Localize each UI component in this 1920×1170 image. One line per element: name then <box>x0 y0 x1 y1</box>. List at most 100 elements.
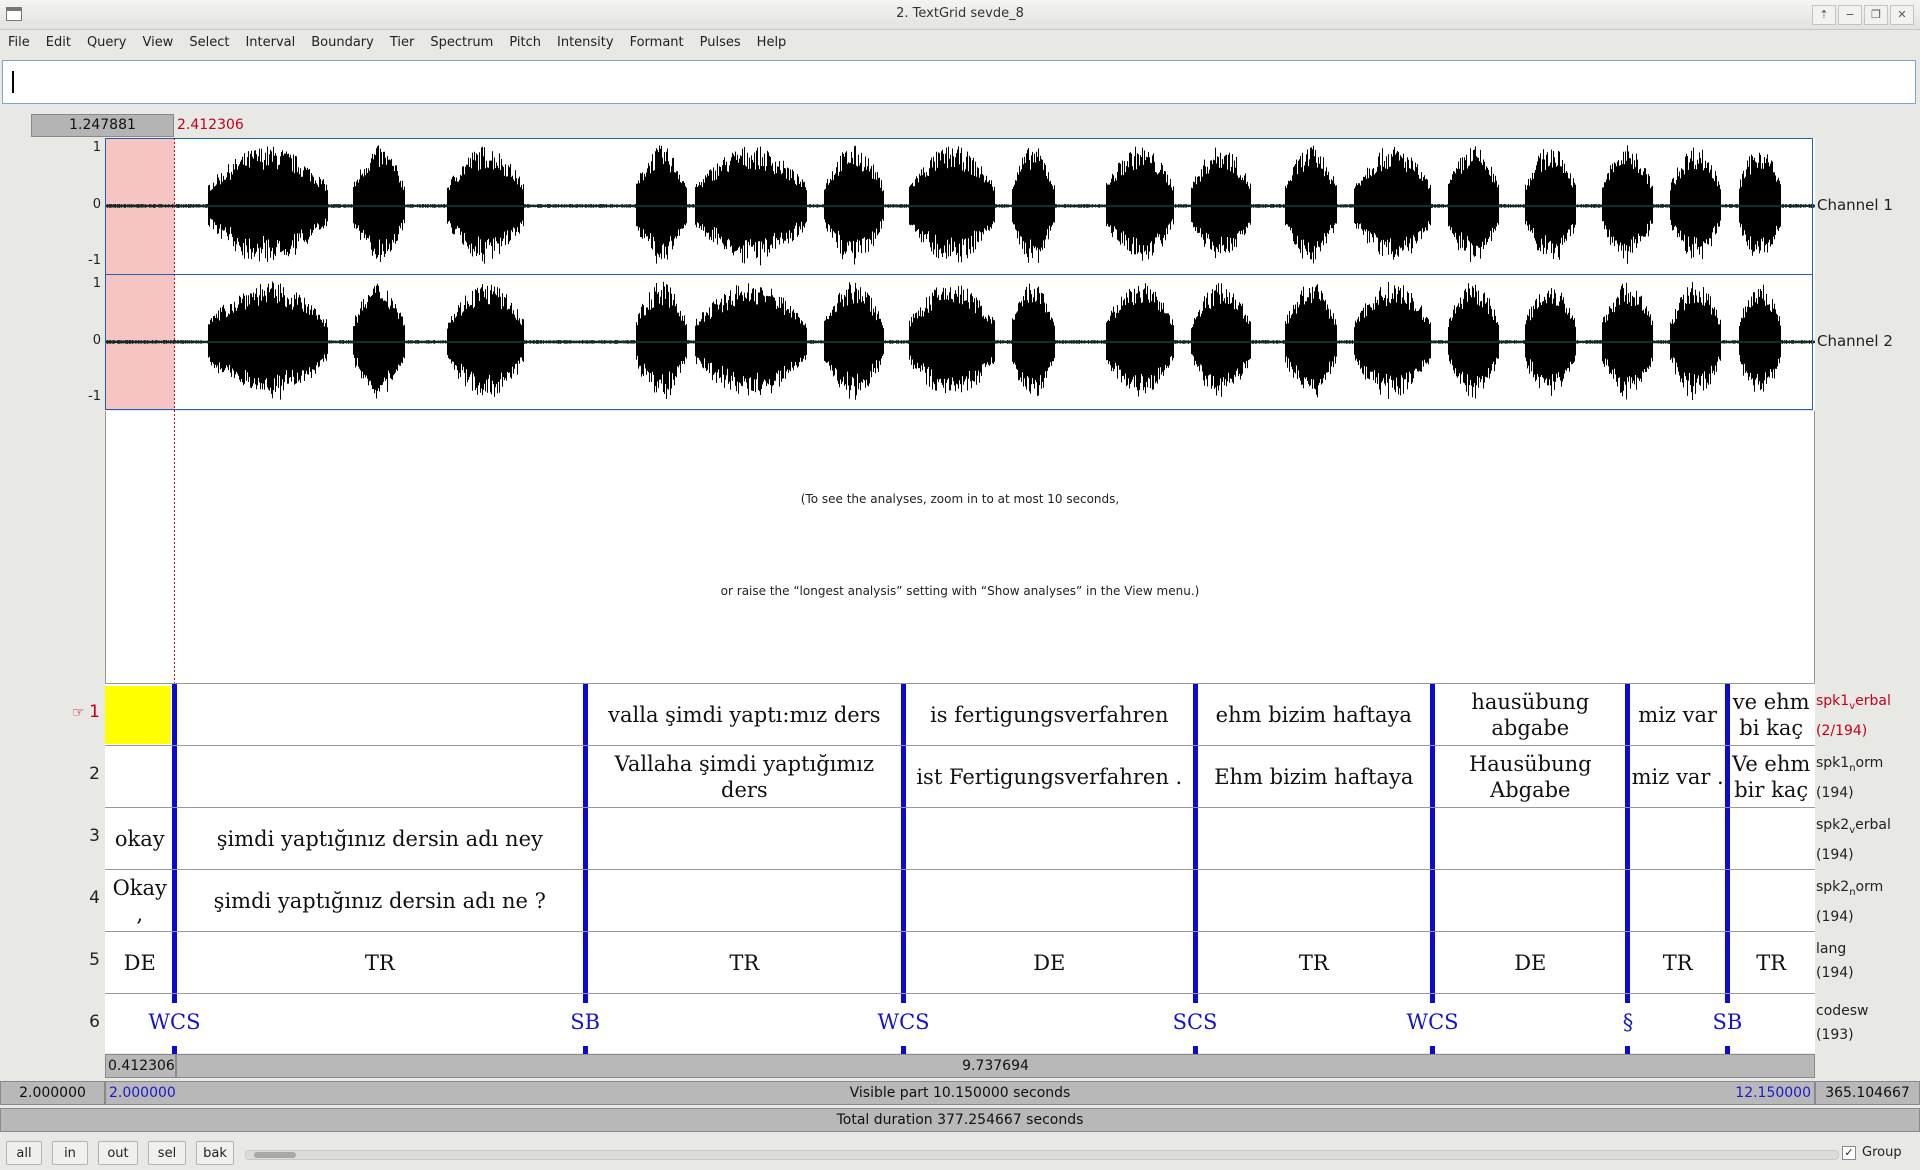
tier-row-5[interactable]: DE TR TR DE TR DE TR TR <box>105 931 1815 994</box>
tier-name-5[interactable]: lang (194) <box>1816 937 1854 985</box>
menu-boundary[interactable]: Boundary <box>303 30 382 56</box>
interval-text-field[interactable] <box>2 60 1916 104</box>
interval-cell[interactable]: TR <box>1631 934 1724 992</box>
tier-name-6[interactable]: codesw (193) <box>1816 999 1869 1047</box>
tier-number-2[interactable]: 2 <box>60 764 100 784</box>
interval-cell[interactable] <box>1730 810 1812 868</box>
interval-boundary[interactable] <box>582 684 588 746</box>
right-part-duration[interactable]: 9.737694 <box>176 1054 1815 1078</box>
textgrid-tiers[interactable]: valla şimdi yaptı:mız ders is fertigungsv… <box>105 683 1815 1056</box>
interval-cell[interactable] <box>177 686 582 744</box>
interval-boundary[interactable] <box>1430 684 1436 746</box>
point-label[interactable]: WCS <box>1373 1010 1493 1034</box>
time-scrollbar[interactable] <box>245 1150 1839 1160</box>
left-part-duration[interactable]: 0.412306 <box>105 1054 176 1078</box>
interval-cell[interactable]: ve ehm bi kaç <box>1730 686 1812 744</box>
interval-cell[interactable]: valla şimdi yaptı:mız ders <box>588 686 900 744</box>
tier-number-4[interactable]: 4 <box>60 888 100 908</box>
scrollbar-thumb[interactable] <box>254 1152 296 1158</box>
window-start-time[interactable]: 2.000000 <box>0 1081 105 1105</box>
selected-interval-cell[interactable] <box>105 686 172 744</box>
interval-boundary[interactable] <box>171 684 177 746</box>
interval-cell[interactable] <box>907 872 1192 930</box>
interval-boundary[interactable] <box>171 932 177 994</box>
menu-spectrum[interactable]: Spectrum <box>422 30 501 56</box>
tier-row-4[interactable]: Okay , şimdi yaptığınız dersin adı ne ? <box>105 869 1815 932</box>
tier-number-6[interactable]: 6 <box>60 1012 100 1032</box>
tier-name-4[interactable]: spk2norm (194) <box>1816 875 1883 929</box>
interval-cell[interactable]: Okay , <box>108 872 171 930</box>
interval-cell[interactable]: TR <box>1730 934 1812 992</box>
menu-file[interactable]: File <box>0 30 38 56</box>
total-duration-bar[interactable]: Total duration 377.254667 seconds <box>0 1108 1920 1132</box>
interval-boundary[interactable] <box>1625 932 1631 994</box>
point-tick-top[interactable] <box>171 994 177 1003</box>
tier-name-1[interactable]: spk1verbal (2/194) <box>1816 689 1891 743</box>
interval-cell[interactable]: ist Fertigungsverfahren . <box>907 748 1192 806</box>
zoom-back-button[interactable]: bak <box>196 1141 234 1165</box>
interval-boundary[interactable] <box>1625 808 1631 870</box>
interval-cell[interactable] <box>1631 810 1724 868</box>
point-label[interactable]: SB <box>1667 1010 1787 1034</box>
interval-cell[interactable]: hausübung abgabe <box>1436 686 1625 744</box>
interval-cell[interactable]: miz var <box>1631 686 1724 744</box>
tier-number-3[interactable]: 3 <box>60 826 100 846</box>
zoom-selection-button[interactable]: sel <box>148 1141 186 1165</box>
tier-number-5[interactable]: 5 <box>60 950 100 970</box>
menu-edit[interactable]: Edit <box>38 30 79 56</box>
group-checkbox[interactable]: ✓ <box>1842 1146 1856 1160</box>
interval-boundary[interactable] <box>1192 684 1198 746</box>
tier-name-3[interactable]: spk2verbal (194) <box>1816 813 1891 867</box>
point-tick-top[interactable] <box>582 994 588 1003</box>
interval-boundary[interactable] <box>1430 808 1436 870</box>
interval-cell[interactable]: DE <box>1436 934 1625 992</box>
interval-cell[interactable]: Ehm bizim haftaya <box>1198 748 1430 806</box>
interval-cell[interactable] <box>108 748 171 806</box>
tier-name-2[interactable]: spk1norm (194) <box>1816 751 1883 805</box>
interval-boundary[interactable] <box>582 808 588 870</box>
interval-cell[interactable] <box>1436 872 1625 930</box>
interval-cell[interactable]: TR <box>177 934 582 992</box>
interval-cell[interactable]: şimdi yaptığınız dersin adı ney <box>177 810 582 868</box>
tier-row-1[interactable]: valla şimdi yaptı:mız ders is fertigungsv… <box>105 683 1815 746</box>
interval-cell[interactable] <box>1198 872 1430 930</box>
point-tick-top[interactable] <box>901 994 907 1003</box>
menu-query[interactable]: Query <box>79 30 135 56</box>
zoom-out-button[interactable]: out <box>98 1141 138 1165</box>
interval-cell[interactable] <box>588 810 900 868</box>
after-visible-time[interactable]: 365.104667 <box>1815 1081 1920 1105</box>
menu-select[interactable]: Select <box>181 30 237 56</box>
interval-cell[interactable] <box>588 872 900 930</box>
interval-boundary[interactable] <box>1430 870 1436 932</box>
interval-boundary[interactable] <box>582 870 588 932</box>
interval-cell[interactable]: DE <box>108 934 171 992</box>
interval-cell[interactable] <box>907 810 1192 868</box>
interval-boundary[interactable] <box>1192 870 1198 932</box>
interval-boundary[interactable] <box>901 870 907 932</box>
interval-boundary[interactable] <box>171 808 177 870</box>
selection-length[interactable]: 1.247881 <box>31 114 174 137</box>
point-label[interactable]: WCS <box>114 1010 234 1034</box>
interval-boundary[interactable] <box>1724 808 1730 870</box>
menu-pulses[interactable]: Pulses <box>692 30 749 56</box>
interval-cell[interactable]: TR <box>1198 934 1430 992</box>
menu-tier[interactable]: Tier <box>382 30 423 56</box>
interval-boundary[interactable] <box>901 684 907 746</box>
interval-cell[interactable]: Hausübung Abgabe <box>1436 748 1625 806</box>
menu-view[interactable]: View <box>134 30 181 56</box>
interval-boundary[interactable] <box>171 746 177 808</box>
interval-cell[interactable] <box>1631 872 1724 930</box>
interval-boundary[interactable] <box>1192 932 1198 994</box>
interval-boundary[interactable] <box>1192 808 1198 870</box>
interval-boundary[interactable] <box>1724 870 1730 932</box>
interval-cell[interactable]: Ve ehm bir kaç <box>1730 748 1812 806</box>
interval-boundary[interactable] <box>1724 684 1730 746</box>
menu-formant[interactable]: Formant <box>622 30 692 56</box>
tier-row-2[interactable]: Vallaha şimdi yaptığımız ders ist Fertigu… <box>105 745 1815 808</box>
interval-boundary[interactable] <box>1625 746 1631 808</box>
zoom-all-button[interactable]: all <box>6 1141 42 1165</box>
waveform-area[interactable] <box>105 138 1815 410</box>
analysis-area[interactable]: (To see the analyses, zoom in to at most… <box>105 411 1815 683</box>
interval-cell[interactable]: TR <box>588 934 900 992</box>
menu-pitch[interactable]: Pitch <box>501 30 549 56</box>
